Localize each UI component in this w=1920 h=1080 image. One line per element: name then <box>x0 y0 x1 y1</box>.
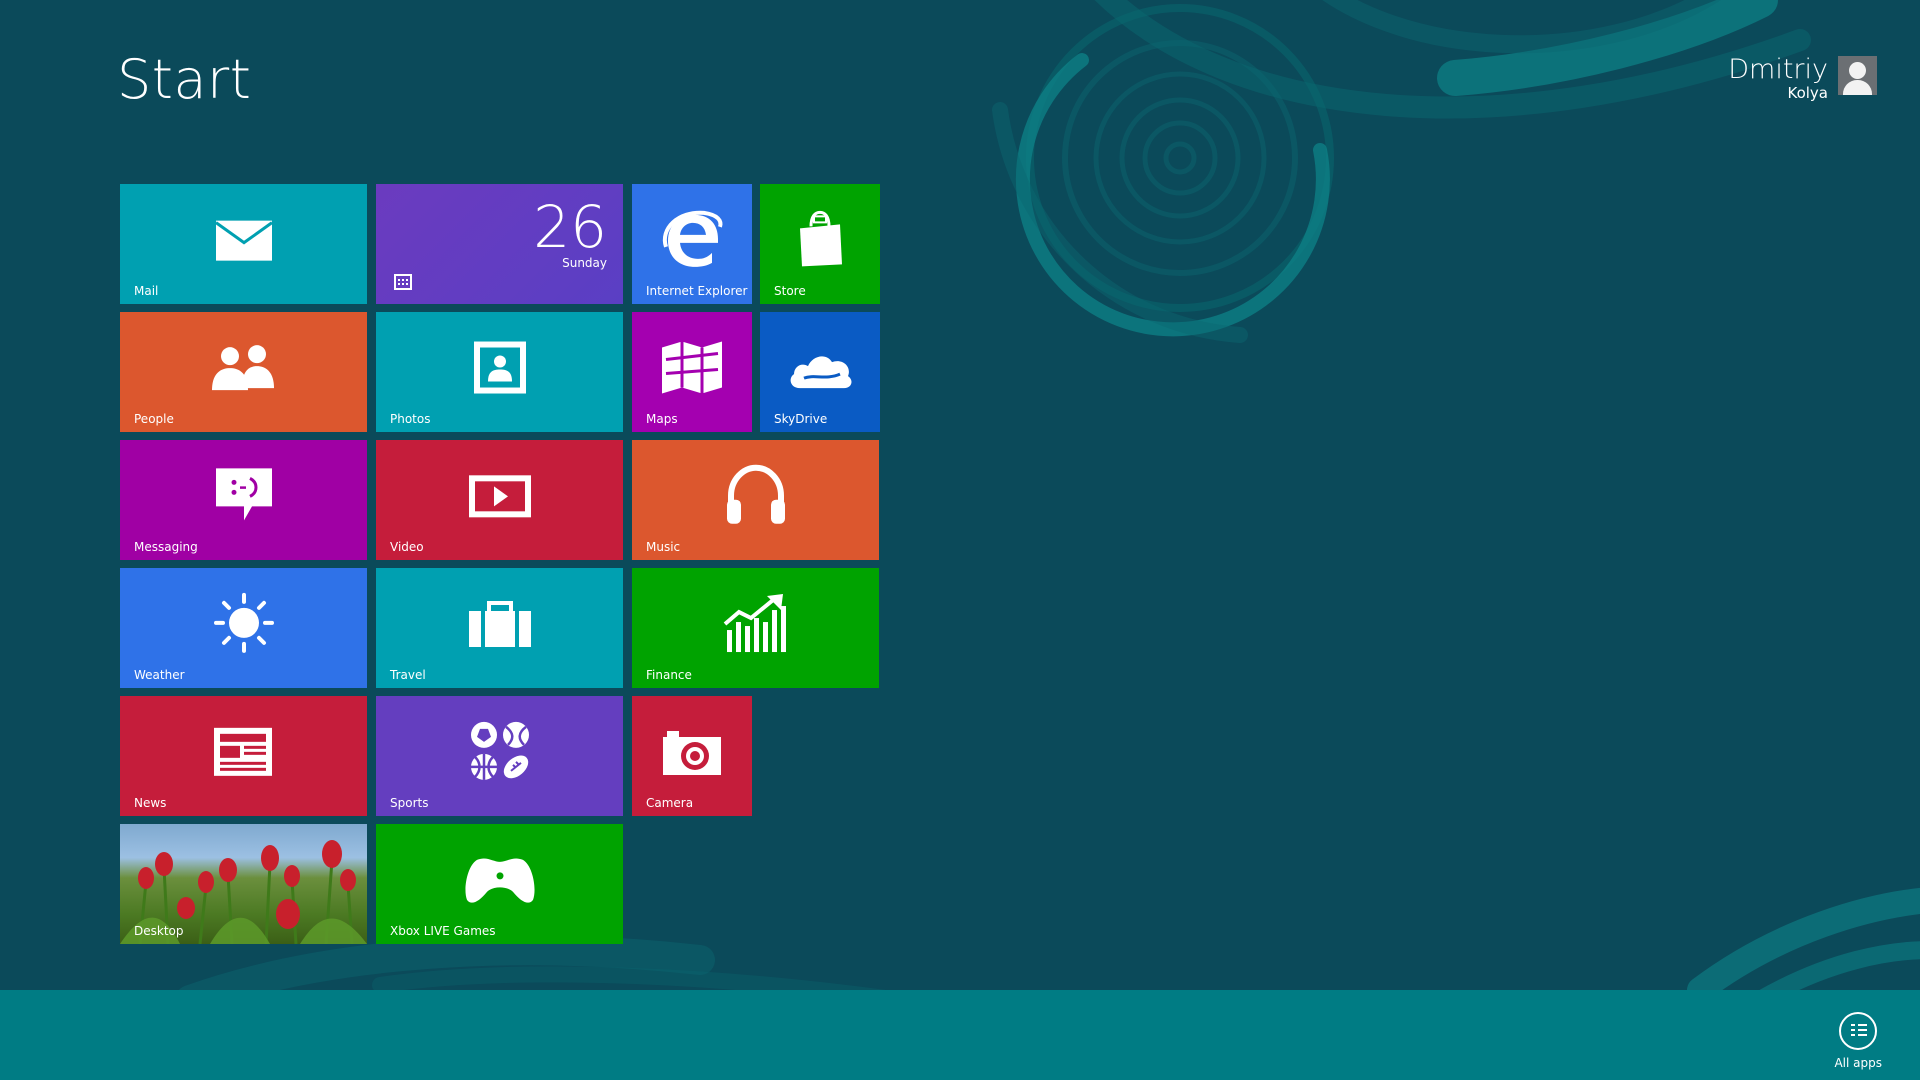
tile-weather[interactable]: Weather <box>120 568 367 688</box>
tile-label: Internet Explorer <box>646 284 748 298</box>
photos-icon <box>472 340 528 396</box>
tile-label: Video <box>390 540 424 554</box>
tile-video[interactable]: Video <box>376 440 623 560</box>
headphones-icon <box>723 462 789 528</box>
tile-xbox-live-games[interactable]: Xbox LIVE Games <box>376 824 623 944</box>
tile-store[interactable]: Store <box>760 184 880 304</box>
tile-label: Messaging <box>134 540 198 554</box>
calendar-weekday: Sunday <box>562 256 607 270</box>
start-screen: Start Dmitriy Kolya Mail 26 Sunday Inter… <box>0 0 1920 1080</box>
store-bag-icon <box>796 210 844 268</box>
camera-icon <box>661 727 723 777</box>
tile-label: Store <box>774 284 806 298</box>
tile-label: Sports <box>390 796 429 810</box>
tile-music[interactable]: Music <box>632 440 879 560</box>
tile-label: SkyDrive <box>774 412 828 426</box>
maps-icon <box>660 340 724 396</box>
tile-label: Finance <box>646 668 692 682</box>
tile-label: Travel <box>390 668 426 682</box>
avatar-head <box>1849 62 1866 79</box>
tile-label: Desktop <box>134 924 184 938</box>
avatar-body <box>1843 80 1872 95</box>
sports-balls-icon <box>468 719 532 783</box>
all-apps-label: All apps <box>1834 1056 1882 1070</box>
tile-desktop[interactable]: Desktop <box>120 824 367 944</box>
app-bar <box>0 990 1920 1080</box>
tile-label: People <box>134 412 174 426</box>
newspaper-icon <box>212 726 276 778</box>
tile-finance[interactable]: Finance <box>632 568 879 688</box>
all-apps-button[interactable]: All apps <box>1834 1012 1882 1070</box>
tile-news[interactable]: News <box>120 696 367 816</box>
calendar-day: 26 <box>533 193 607 261</box>
user-account[interactable]: Dmitriy Kolya <box>1728 54 1877 103</box>
user-subtitle: Kolya <box>1787 84 1828 103</box>
tile-calendar[interactable]: 26 Sunday <box>376 184 623 304</box>
page-title: Start <box>117 48 252 111</box>
skydrive-cloud-icon <box>786 344 854 392</box>
tile-photos[interactable]: Photos <box>376 312 623 432</box>
tile-label: News <box>134 796 167 810</box>
tile-grid: Mail 26 Sunday Internet Explorer Store P… <box>120 184 880 944</box>
tile-mail[interactable]: Mail <box>120 184 367 304</box>
people-icon <box>210 344 278 392</box>
mail-icon <box>214 220 273 262</box>
tile-label: Music <box>646 540 681 554</box>
suitcase-icon <box>467 599 533 649</box>
tile-label: Mail <box>134 284 159 298</box>
tile-label: Camera <box>646 796 694 810</box>
user-text: Dmitriy Kolya <box>1728 54 1828 103</box>
tile-skydrive[interactable]: SkyDrive <box>760 312 880 432</box>
tile-internet-explorer[interactable]: Internet Explorer <box>632 184 752 304</box>
internet-explorer-icon <box>660 207 724 271</box>
calendar-icon <box>394 274 412 294</box>
messaging-icon <box>214 466 274 524</box>
tile-camera[interactable]: Camera <box>632 696 752 816</box>
tile-travel[interactable]: Travel <box>376 568 623 688</box>
video-icon <box>467 473 533 519</box>
sun-icon <box>212 591 276 655</box>
chart-up-icon <box>723 592 789 654</box>
tile-sports[interactable]: Sports <box>376 696 623 816</box>
tile-messaging[interactable]: Messaging <box>120 440 367 560</box>
user-name: Dmitriy <box>1728 54 1828 85</box>
tile-label: Xbox LIVE Games <box>390 924 496 938</box>
all-apps-icon <box>1839 1012 1878 1050</box>
tile-label: Photos <box>390 412 431 426</box>
tile-maps[interactable]: Maps <box>632 312 752 432</box>
tile-people[interactable]: People <box>120 312 367 432</box>
xbox-controller-icon <box>463 854 537 906</box>
avatar[interactable] <box>1838 56 1877 95</box>
tile-label: Maps <box>646 412 678 426</box>
tile-label: Weather <box>134 668 185 682</box>
